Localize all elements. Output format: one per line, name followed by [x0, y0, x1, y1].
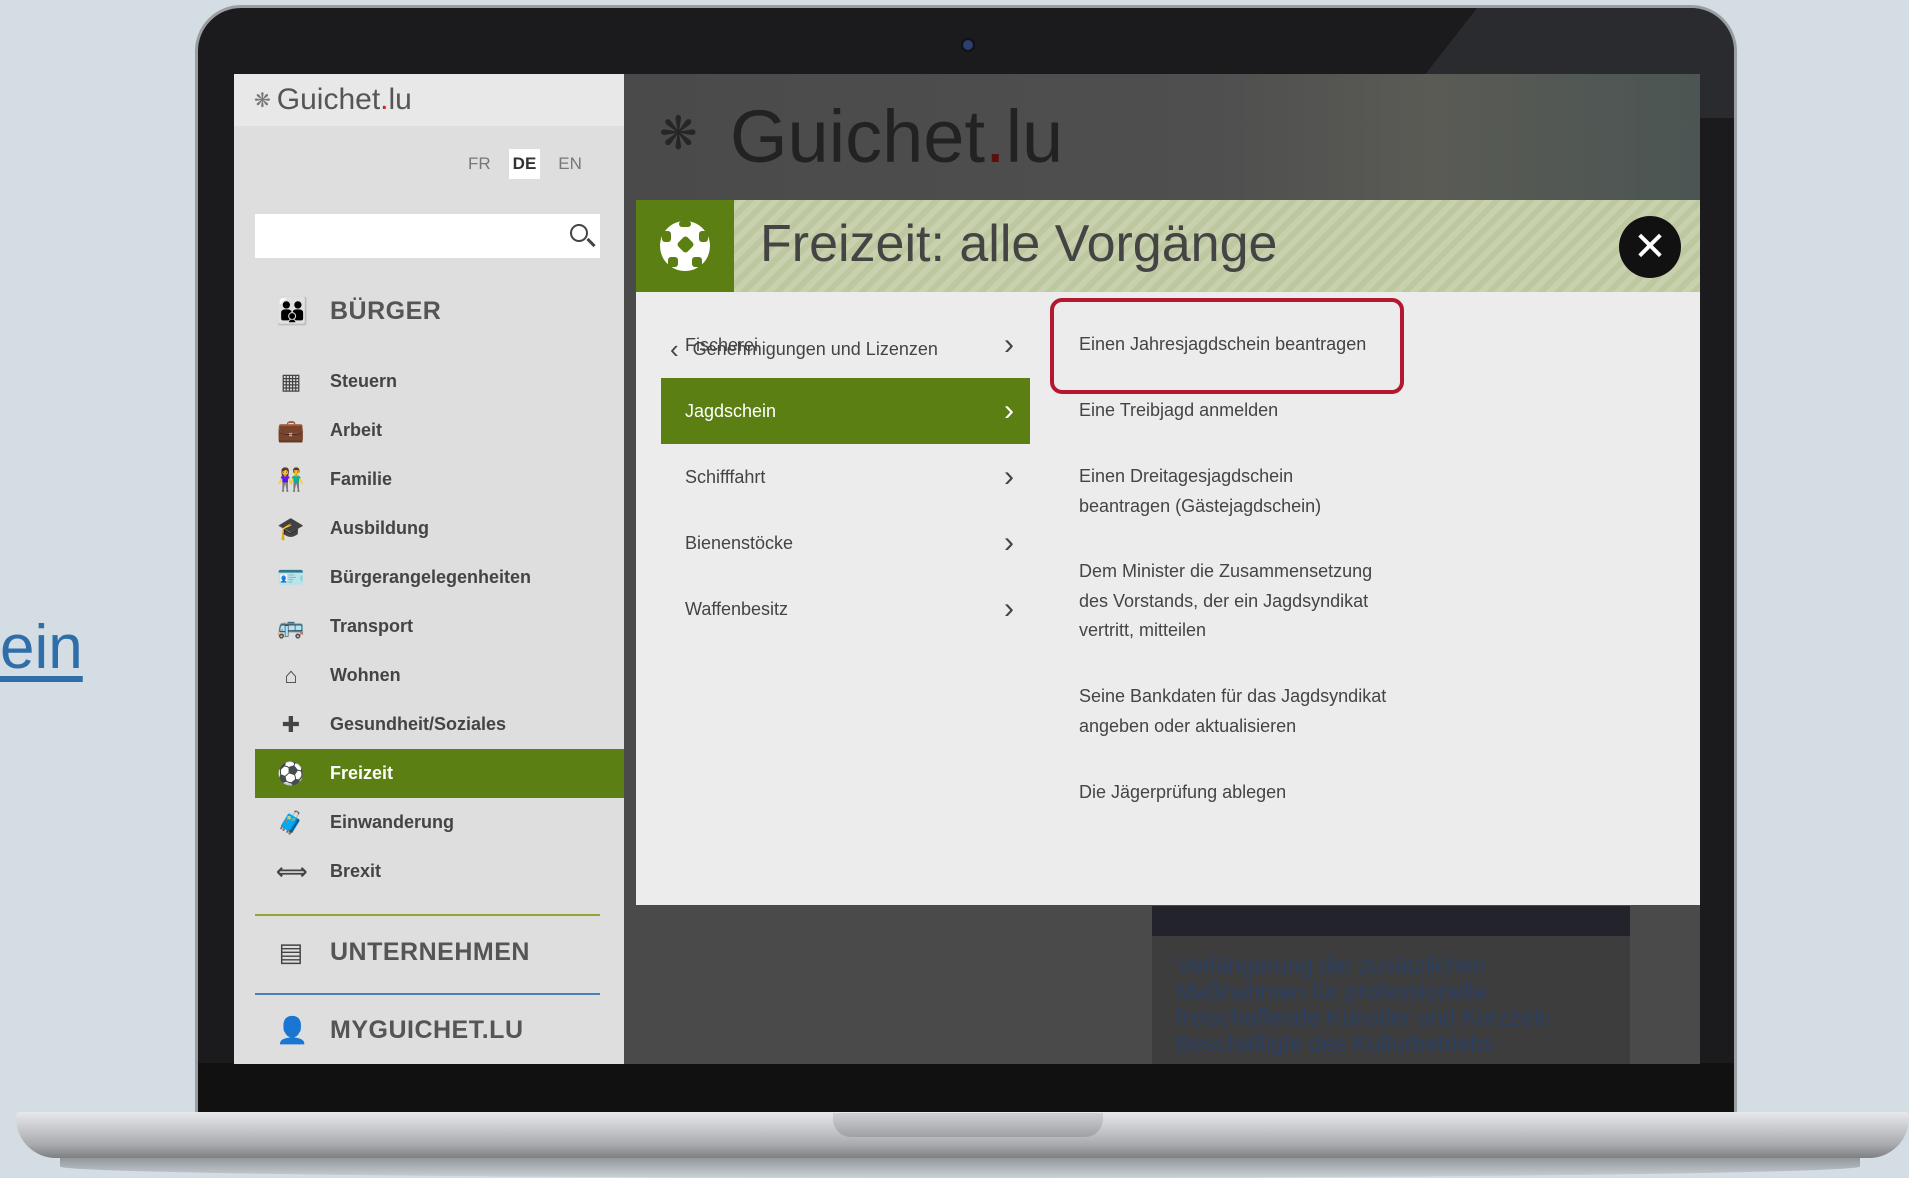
- sidebar-item-label: Ausbildung: [330, 518, 429, 538]
- section-myguichet[interactable]: 👤 MYGUICHET.LU: [276, 1015, 524, 1046]
- sidebar-item-label: Familie: [330, 469, 393, 489]
- sidebar-item-label: Brexit: [330, 861, 382, 881]
- briefcase-icon: 💼: [277, 417, 305, 443]
- laptop-bezel: [198, 1063, 1734, 1115]
- chevron-right-icon: ›: [1004, 394, 1014, 427]
- calculator-icon: ▦: [280, 368, 302, 394]
- language-switcher: FR DE EN: [464, 149, 586, 179]
- procedure-link[interactable]: Die Jägerprüfung ablegen: [1079, 778, 1389, 808]
- people-icon: 👪: [276, 296, 309, 326]
- search-input[interactable]: [255, 214, 600, 258]
- id-card-icon: 🪪: [277, 564, 305, 590]
- section-myguichet-label: MYGUICHET.LU: [330, 1016, 524, 1044]
- subcategory-schifffahrt[interactable]: Schifffahrt ›: [661, 444, 1030, 510]
- sidebar-item-label: Transport: [330, 616, 414, 636]
- section-unternehmen[interactable]: ▤ UNTERNEHMEN: [276, 937, 530, 968]
- sidebar-item-gesundheit[interactable]: ✚ Gesundheit/Soziales: [255, 700, 624, 749]
- lang-en[interactable]: EN: [554, 149, 586, 179]
- divider-green: [255, 914, 600, 916]
- sidebar-item-familie[interactable]: 👫 Familie: [255, 455, 624, 504]
- sidebar-item-label: Bürgerangelegenheiten: [330, 567, 532, 587]
- sidebar-item-einwanderung[interactable]: 🧳 Einwanderung: [255, 798, 624, 847]
- sidebar-item-label: Arbeit: [330, 420, 383, 440]
- sidebar: ❋ Guichet.lu FR DE EN 👪 BÜRGER ▦ Steuern …: [234, 74, 624, 1064]
- laptop-notch: [833, 1113, 1103, 1137]
- sidebar-nav: ▦ Steuern 💼 Arbeit 👫 Familie 🎓 Ausbildung 🪪 B…: [255, 357, 624, 896]
- close-icon: ✕: [1633, 225, 1667, 269]
- brexit-icon: ⟺: [276, 858, 308, 884]
- subcategory-label: Waffenbesitz: [685, 598, 789, 619]
- sidebar-item-arbeit[interactable]: 💼 Arbeit: [255, 406, 624, 455]
- subcategory-label: Bienenstöcke: [685, 532, 794, 553]
- sidebar-item-label: Gesundheit/Soziales: [330, 714, 507, 734]
- lang-fr[interactable]: FR: [464, 149, 495, 179]
- search-icon[interactable]: [570, 224, 588, 242]
- house-icon: ⌂: [284, 662, 298, 688]
- sidebar-item-label: Wohnen: [330, 665, 401, 685]
- subcategory-label: Fischerei: [685, 334, 759, 355]
- news-title[interactable]: Verlängerung der zusätzlichen Maßnahmen …: [1176, 952, 1596, 1056]
- building-icon: ▤: [278, 937, 304, 967]
- section-unternehmen-label: UNTERNEHMEN: [330, 938, 530, 966]
- main-logo[interactable]: Guichet.lu: [730, 94, 1063, 179]
- subcategory-fischerei[interactable]: Fischerei ›: [661, 312, 1030, 378]
- news-image: [1152, 906, 1630, 936]
- family-icon: 👫: [277, 466, 305, 492]
- graduation-cap-icon: 🎓: [277, 515, 305, 541]
- close-button[interactable]: ✕: [1619, 216, 1681, 278]
- laptop-shadow: [60, 1155, 1860, 1178]
- sidebar-item-wohnen[interactable]: ⌂ Wohnen: [255, 651, 624, 700]
- soccer-ball-icon: [660, 221, 710, 271]
- immigration-icon: 🧳: [277, 809, 305, 835]
- sidebar-item-brexit[interactable]: ⟺ Brexit: [255, 847, 624, 896]
- guichet-logo-icon: ❋: [254, 89, 271, 112]
- sidebar-item-freizeit[interactable]: ⚽ Freizeit: [255, 749, 624, 798]
- screen: ❋ Guichet.lu FR DE EN 👪 BÜRGER ▦ Steuern …: [234, 74, 1700, 1064]
- sidebar-logo[interactable]: Guichet.lu: [277, 83, 412, 117]
- soccer-ball-icon: ⚽: [277, 760, 305, 786]
- chevron-right-icon: ›: [1004, 460, 1014, 493]
- sidebar-item-label: Einwanderung: [330, 812, 455, 832]
- section-buerger-label: BÜRGER: [330, 297, 442, 325]
- webcam: [961, 38, 975, 52]
- section-buerger[interactable]: 👪 BÜRGER: [276, 296, 441, 327]
- sidebar-logo-bar[interactable]: ❋ Guichet.lu: [234, 74, 624, 126]
- procedure-link[interactable]: Seine Bankdaten für das Jagdsyndikat ang…: [1079, 682, 1389, 741]
- subcategory-jagdschein[interactable]: Jagdschein ›: [661, 378, 1030, 444]
- highlight-box: [1050, 298, 1404, 394]
- lang-de[interactable]: DE: [508, 149, 541, 179]
- sidebar-item-label: Steuern: [330, 371, 398, 391]
- modal-category-icon: [636, 200, 734, 292]
- chevron-right-icon: ›: [1004, 328, 1014, 361]
- sidebar-item-transport[interactable]: 🚌 Transport: [255, 602, 624, 651]
- chevron-right-icon: ›: [1004, 526, 1014, 559]
- chevron-right-icon: ›: [1004, 592, 1014, 625]
- bus-icon: 🚌: [277, 613, 305, 639]
- subcategory-waffenbesitz[interactable]: Waffenbesitz ›: [661, 576, 1030, 642]
- guichet-logo-icon: ❋: [659, 107, 698, 159]
- subcategory-label: Jagdschein: [685, 400, 777, 421]
- sidebar-item-label: Freizeit: [330, 763, 394, 783]
- procedure-link[interactable]: Dem Minister die Zusammensetzung des Vor…: [1079, 557, 1389, 646]
- sidebar-item-steuern[interactable]: ▦ Steuern: [255, 357, 624, 406]
- subcategory-bienenstoecke[interactable]: Bienenstöcke ›: [661, 510, 1030, 576]
- sidebar-item-buergerangelegenheiten[interactable]: 🪪 Bürgerangelegenheiten: [255, 553, 624, 602]
- medical-kit-icon: ✚: [281, 711, 301, 737]
- modal-title: Freizeit: alle Vorgänge: [760, 215, 1278, 273]
- background-link[interactable]: ein: [0, 612, 83, 683]
- divider-blue: [255, 993, 600, 995]
- user-icon: 👤: [276, 1015, 309, 1045]
- procedure-link[interactable]: Eine Treibjagd anmelden: [1079, 396, 1389, 426]
- procedure-link[interactable]: Einen Dreitagesjagdschein beantragen (Gä…: [1079, 462, 1389, 521]
- subcategory-label: Schifffahrt: [685, 466, 766, 487]
- sidebar-item-ausbildung[interactable]: 🎓 Ausbildung: [255, 504, 624, 553]
